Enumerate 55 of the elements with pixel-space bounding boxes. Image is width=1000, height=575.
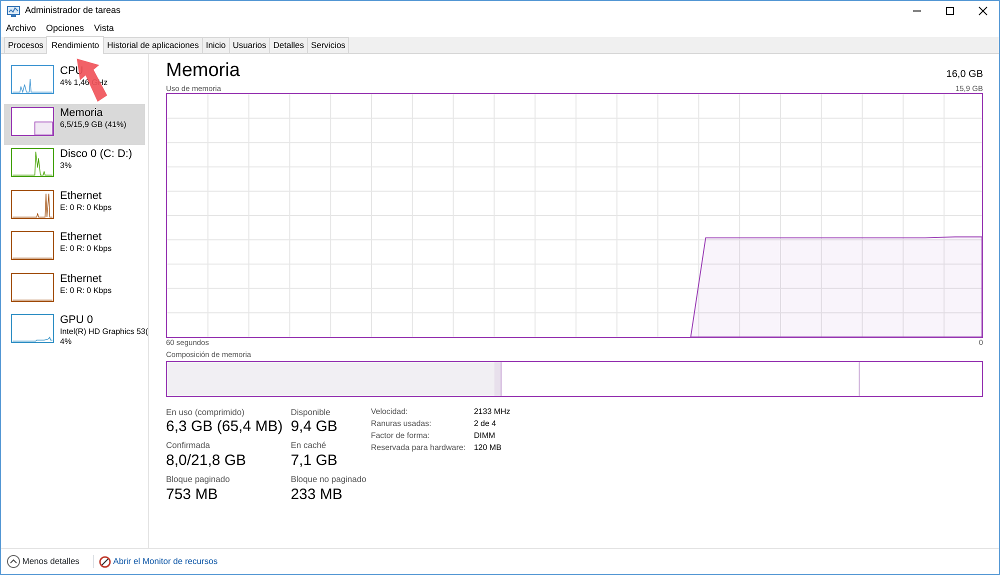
section-title: Memoria [166, 60, 240, 82]
sidebar-item[interactable]: Ethernet E: 0 R: 0 Kbps [4, 270, 145, 311]
menu-item[interactable]: Opciones [46, 22, 84, 36]
detail-value: 2 de 4 [474, 418, 496, 430]
stat-value: 9,4 GB [290, 418, 338, 436]
detail-label: Velocidad: [370, 406, 409, 418]
detail-label: Ranuras usadas: [370, 418, 432, 430]
total-memory: 16,0 GB [946, 68, 983, 82]
detail-label: Factor de forma: [370, 430, 431, 442]
stat-value: 753 MB [166, 486, 219, 504]
stat-label: Bloque no paginado [290, 473, 366, 486]
resource-monitor-link[interactable]: Abrir el Monitor de recursos [113, 555, 218, 568]
item-subtitle: 4% [60, 337, 73, 347]
stat-label: En caché [290, 439, 328, 452]
detail-value: DIMM [474, 430, 496, 442]
item-title: GPU 0 [60, 314, 94, 327]
detail-value: 120 MB [474, 442, 502, 454]
item-subtitle: E: 0 R: 0 Kbps [60, 202, 112, 212]
monitor-icon[interactable] [98, 556, 111, 568]
detail-label: Reservada para hardware: [370, 442, 467, 454]
less-details-link[interactable]: Menos detalles [22, 555, 80, 568]
chevron-up-icon[interactable] [7, 555, 20, 568]
item-title: Ethernet [60, 272, 103, 286]
sidebar-item[interactable]: Disco 0 (C: D:) 3% [4, 145, 145, 186]
stat-label: Bloque paginado [166, 473, 231, 486]
stat-value: 7,1 GB [290, 452, 338, 470]
item-subtitle: 3% [60, 161, 73, 171]
item-subtitle: E: 0 R: 0 Kbps [60, 286, 112, 296]
maximize-icon[interactable] [944, 6, 954, 16]
stat-value: 8,0/21,8 GB [166, 452, 248, 470]
sidebar-item[interactable]: Ethernet E: 0 R: 0 Kbps [4, 228, 145, 270]
item-subtitle: Intel(R) HD Graphics 53( [60, 327, 148, 337]
sidebar-item[interactable]: Memoria 6,5/15,9 GB (41%) [4, 104, 145, 145]
tab[interactable]: Servicios [306, 37, 350, 53]
sidebar-item[interactable]: Ethernet E: 0 R: 0 Kbps [4, 186, 145, 228]
close-icon[interactable] [978, 6, 988, 16]
item-title: Memoria [60, 106, 104, 120]
stat-label: Confirmada [166, 439, 211, 452]
detail-value: 2133 MHz [474, 406, 510, 418]
tab[interactable]: Rendimiento [46, 36, 104, 54]
item-subtitle: E: 0 R: 0 Kbps [60, 244, 112, 254]
tab[interactable]: Historial de aplicaciones [103, 37, 203, 53]
item-title: Ethernet [60, 190, 103, 202]
app-icon [7, 6, 20, 16]
stat-value: 6,3 GB (65,4 MB) [166, 418, 283, 436]
menu-item[interactable]: Archivo [6, 22, 36, 36]
stat-label: En uso (comprimido) [166, 406, 246, 418]
item-title: Disco 0 (C: D:) [60, 148, 132, 161]
tab[interactable]: Procesos [4, 37, 48, 53]
window-title: Administrador de tareas [25, 4, 121, 18]
menu-item[interactable]: Vista [94, 22, 114, 36]
stat-label: Disponible [290, 406, 332, 418]
stat-value: 233 MB [290, 486, 344, 504]
item-subtitle: 6,5/15,9 GB (41%) [60, 120, 126, 130]
item-title: Ethernet [60, 231, 103, 244]
